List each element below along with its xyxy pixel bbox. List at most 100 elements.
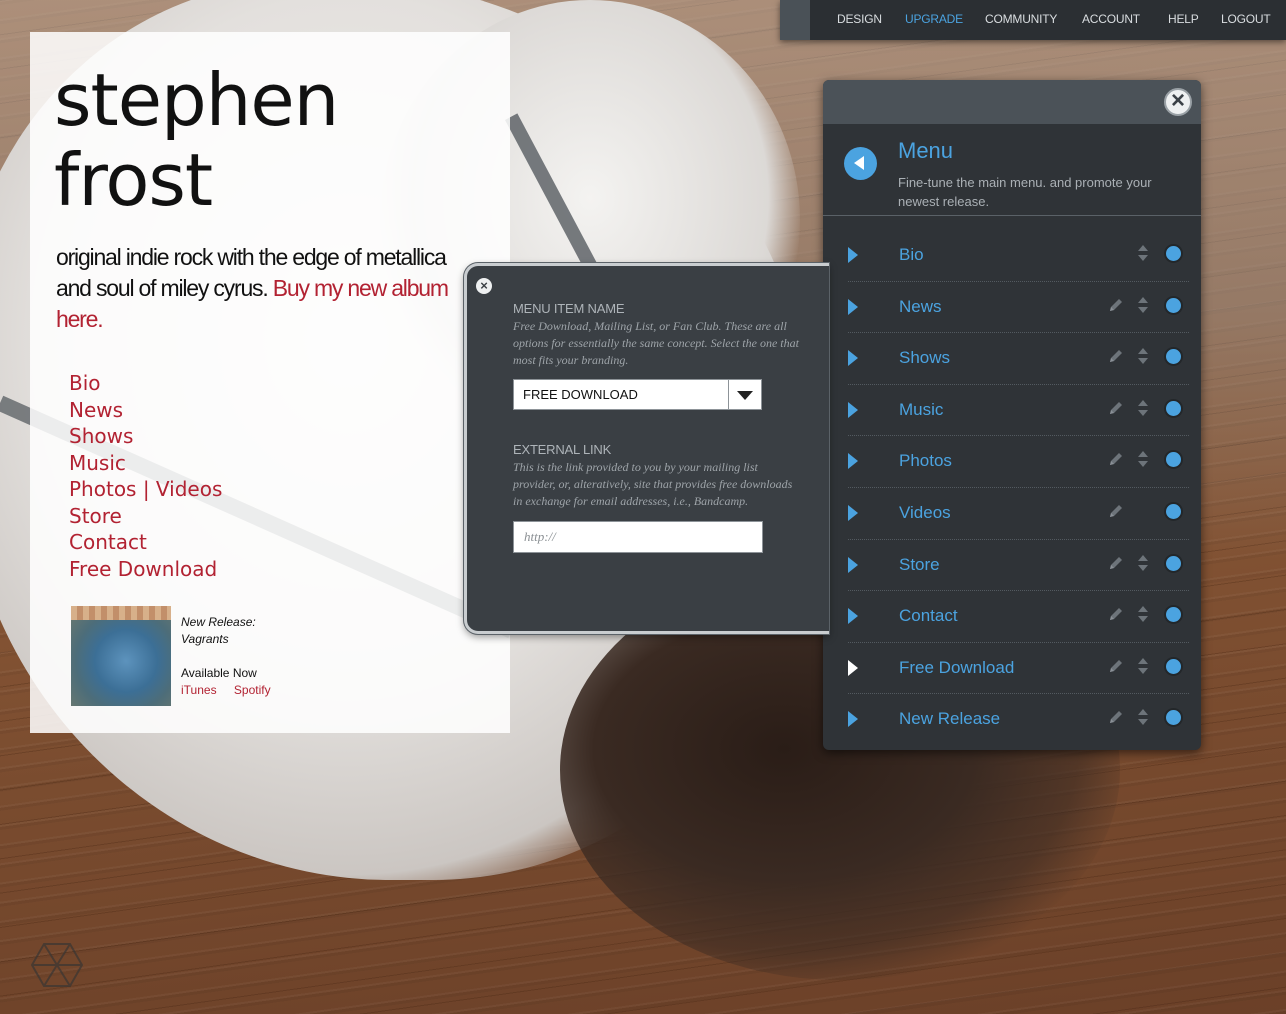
menu-row-music[interactable]: Music xyxy=(848,385,1189,437)
menu-row-contact[interactable]: Contact xyxy=(848,591,1189,643)
tagline: original indie rock with the edge of met… xyxy=(56,242,476,335)
panel-title: Menu xyxy=(898,138,954,163)
menu-row-label[interactable]: New Release xyxy=(899,709,1000,729)
pencil-icon[interactable] xyxy=(1107,708,1125,726)
hexagon-logo-icon[interactable] xyxy=(31,942,83,988)
menu-row-label[interactable]: Music xyxy=(899,400,943,420)
artist-name-line1: stephen xyxy=(54,58,339,142)
menu-item-editor: × MENU ITEM NAME Free Download, Mailing … xyxy=(464,263,829,634)
topbar-community[interactable]: COMMUNITY xyxy=(985,12,1057,26)
site-nav-contact[interactable]: Contact xyxy=(69,529,222,556)
visibility-toggle[interactable] xyxy=(1166,607,1181,623)
sort-handle-icon[interactable] xyxy=(1137,296,1149,314)
external-link-help: This is the link provided to you by your… xyxy=(513,460,793,508)
divider xyxy=(823,215,1201,216)
chevron-down-icon[interactable] xyxy=(728,380,761,409)
site-nav-photos-videos[interactable]: Photos | Videos xyxy=(69,476,222,503)
visibility-toggle[interactable] xyxy=(1166,400,1181,416)
sort-handle-icon[interactable] xyxy=(1137,244,1149,262)
pencil-icon[interactable] xyxy=(1107,657,1125,675)
topbar-account[interactable]: ACCOUNT xyxy=(1082,12,1140,26)
pencil-icon[interactable] xyxy=(1107,347,1125,365)
visibility-toggle[interactable] xyxy=(1166,503,1181,519)
expand-triangle-icon[interactable] xyxy=(848,453,858,470)
topbar-help[interactable]: HELP xyxy=(1168,12,1199,26)
visibility-toggle[interactable] xyxy=(1166,452,1181,468)
admin-top-bar: DESIGN UPGRADE COMMUNITY ACCOUNT HELP LO… xyxy=(780,0,1286,40)
panel-subtitle: Fine-tune the main menu. and promote you… xyxy=(898,175,1152,209)
menu-row-new-release[interactable]: New Release xyxy=(848,694,1189,746)
pencil-icon[interactable] xyxy=(1107,399,1125,417)
site-nav-news[interactable]: News xyxy=(69,397,222,424)
select-value: FREE DOWNLOAD xyxy=(523,387,638,402)
sort-handle-icon[interactable] xyxy=(1137,708,1149,726)
menu-row-videos[interactable]: Videos xyxy=(848,488,1189,540)
topbar-upgrade[interactable]: UPGRADE xyxy=(905,12,963,26)
expand-triangle-icon[interactable] xyxy=(848,350,858,367)
artist-name: stephen frost xyxy=(54,58,339,220)
pencil-icon[interactable] xyxy=(1107,296,1125,314)
itunes-link[interactable]: iTunes xyxy=(181,683,217,697)
sort-handle-icon[interactable] xyxy=(1137,554,1149,572)
site-nav-bio[interactable]: Bio xyxy=(69,370,222,397)
topbar-design[interactable]: DESIGN xyxy=(837,12,882,26)
top-bar-handle[interactable] xyxy=(780,0,810,40)
visibility-toggle[interactable] xyxy=(1166,710,1181,726)
expand-triangle-icon[interactable] xyxy=(848,401,858,418)
sort-handle-icon[interactable] xyxy=(1137,347,1149,365)
release-available: Available Now xyxy=(181,666,257,680)
release-meta: New Release: Vagrants Available Now iTun… xyxy=(181,614,381,699)
visibility-toggle[interactable] xyxy=(1166,297,1181,313)
menu-row-label[interactable]: News xyxy=(899,297,942,317)
sort-handle-icon[interactable] xyxy=(1137,399,1149,417)
pencil-icon[interactable] xyxy=(1107,554,1125,572)
menu-row-bio[interactable]: Bio xyxy=(848,230,1189,282)
close-icon[interactable]: × xyxy=(476,278,492,294)
expand-triangle-icon[interactable] xyxy=(848,711,858,728)
external-link-input[interactable] xyxy=(513,521,763,553)
menu-row-label[interactable]: Photos xyxy=(899,451,952,471)
expand-triangle-icon[interactable] xyxy=(848,247,858,263)
menu-row-label[interactable]: Free Download xyxy=(899,658,1014,678)
pencil-icon[interactable] xyxy=(1107,502,1125,520)
pencil-icon[interactable] xyxy=(1107,450,1125,468)
back-arrow-icon[interactable] xyxy=(844,147,877,180)
visibility-toggle[interactable] xyxy=(1166,349,1181,365)
menu-row-label[interactable]: Bio xyxy=(899,245,924,265)
site-nav-music[interactable]: Music xyxy=(69,450,222,477)
spotify-link[interactable]: Spotify xyxy=(234,683,271,697)
site-nav-free-download[interactable]: Free Download xyxy=(69,556,222,583)
album-cover[interactable] xyxy=(71,606,171,706)
expand-triangle-icon[interactable] xyxy=(848,298,858,315)
close-icon[interactable]: × xyxy=(1164,88,1192,116)
sort-handle-icon[interactable] xyxy=(1137,657,1149,675)
site-nav-store[interactable]: Store xyxy=(69,503,222,530)
topbar-logout[interactable]: LOGOUT xyxy=(1221,12,1271,26)
visibility-toggle[interactable] xyxy=(1166,658,1181,674)
expand-triangle-icon[interactable] xyxy=(848,556,858,573)
menu-row-store[interactable]: Store xyxy=(848,540,1189,592)
visibility-toggle[interactable] xyxy=(1166,555,1181,571)
visibility-toggle[interactable] xyxy=(1166,246,1181,261)
menu-row-label[interactable]: Contact xyxy=(899,606,958,626)
menu-items-list: Bio News Shows Music Photos Videos Store Contac… xyxy=(848,230,1189,746)
release-title: Vagrants xyxy=(181,632,229,646)
sort-handle-icon[interactable] xyxy=(1137,605,1149,623)
expand-triangle-icon[interactable] xyxy=(848,608,858,625)
menu-row-shows[interactable]: Shows xyxy=(848,333,1189,385)
menu-row-label[interactable]: Store xyxy=(899,555,940,575)
menu-row-free-download[interactable]: Free Download xyxy=(848,643,1189,695)
panel-header[interactable] xyxy=(823,80,1201,124)
menu-item-name-select[interactable]: FREE DOWNLOAD xyxy=(513,379,762,410)
menu-row-photos[interactable]: Photos xyxy=(848,436,1189,488)
sort-handle-icon[interactable] xyxy=(1137,450,1149,468)
menu-row-label[interactable]: Videos xyxy=(899,503,951,523)
site-content-card: stephen frost original indie rock with t… xyxy=(30,32,510,733)
menu-row-news[interactable]: News xyxy=(848,282,1189,334)
expand-triangle-icon[interactable] xyxy=(848,504,858,521)
site-nav-shows[interactable]: Shows xyxy=(69,423,222,450)
menu-row-label[interactable]: Shows xyxy=(899,348,950,368)
release-links: iTunes Spotify xyxy=(181,683,285,697)
expand-triangle-icon[interactable] xyxy=(848,659,858,676)
pencil-icon[interactable] xyxy=(1107,605,1125,623)
